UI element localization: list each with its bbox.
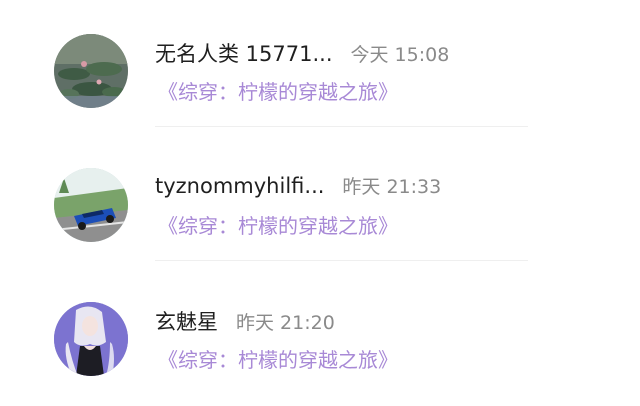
comment-meta: tyznommyhilfi... 昨天 21:33: [155, 172, 441, 202]
blue-sports-car-avatar-icon: [54, 168, 128, 242]
work-title-link[interactable]: 《综穿：柠檬的穿越之旅》: [158, 210, 398, 239]
comment-meta: 玄魅星 昨天 21:20: [155, 306, 335, 336]
divider: [155, 260, 528, 261]
comment-list: 无名人类 15771... 今天 15:08 《综穿：柠檬的穿越之旅》 tyzn…: [0, 0, 640, 406]
avatar[interactable]: [54, 34, 128, 108]
work-title-link[interactable]: 《综穿：柠檬的穿越之旅》: [158, 344, 398, 373]
divider: [155, 126, 528, 127]
work-title-link[interactable]: 《综穿：柠檬的穿越之旅》: [158, 76, 398, 105]
username[interactable]: 玄魅星: [155, 306, 218, 336]
list-item[interactable]: 玄魅星 昨天 21:20 《综穿：柠檬的穿越之旅》: [0, 268, 640, 402]
username[interactable]: 无名人类 15771...: [155, 38, 333, 68]
avatar[interactable]: [54, 168, 128, 242]
username[interactable]: tyznommyhilfi...: [155, 174, 324, 198]
avatar[interactable]: [54, 302, 128, 376]
lotus-pond-avatar-icon: [54, 34, 128, 108]
timestamp: 今天 15:08: [350, 44, 450, 66]
comment-meta: 无名人类 15771... 今天 15:08: [155, 38, 449, 68]
anime-girl-avatar-icon: [54, 302, 128, 376]
list-item[interactable]: tyznommyhilfi... 昨天 21:33 《综穿：柠檬的穿越之旅》: [0, 134, 640, 268]
list-item[interactable]: 无名人类 15771... 今天 15:08 《综穿：柠檬的穿越之旅》: [0, 0, 640, 134]
timestamp: 昨天 21:20: [236, 312, 335, 334]
timestamp: 昨天 21:33: [342, 176, 442, 198]
